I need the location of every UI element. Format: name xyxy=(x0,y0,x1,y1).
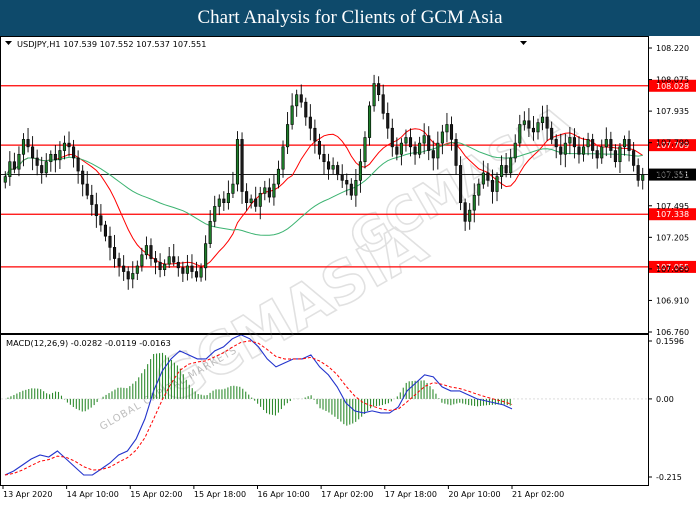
macd-panel xyxy=(0,334,649,486)
header-banner: Chart Analysis for Clients of GCM Asia xyxy=(0,0,700,36)
y-tick-label: 107.495 xyxy=(656,202,689,211)
price-axis: 108.028107.709107.338107.055107.551108.2… xyxy=(648,44,696,337)
banner-title: Chart Analysis for Clients of GCM Asia xyxy=(197,7,503,28)
x-tick-label: 20 Apr 10:00 xyxy=(448,490,500,499)
chart-container: GCMASIA GCMASIA GLOBAL CAPITAL MARKETS 1… xyxy=(0,36,700,500)
x-tick-label: 16 Apr 10:00 xyxy=(258,490,310,499)
x-tick-label: 17 Apr 18:00 xyxy=(385,490,437,499)
macd-label: MACD(12,26,9) -0.0282 -0.0119 -0.0163 xyxy=(6,338,171,348)
y-tick-label: 108.075 xyxy=(656,76,689,85)
y-tick-label: 107.645 xyxy=(656,170,689,179)
macd-tick-label: -0.215 xyxy=(656,473,682,482)
x-tick-label: 21 Apr 02:00 xyxy=(512,490,564,499)
y-tick-label: 108.220 xyxy=(656,44,689,53)
macd-axis: 0.1596 0.00 -0.215 xyxy=(648,337,684,482)
macd-tick-label: 0.00 xyxy=(656,395,674,404)
y-tick-label: 107.060 xyxy=(656,265,689,274)
time-axis: 13 Apr 2020 14 Apr 10:00 15 Apr 02:00 15 Ap… xyxy=(2,485,564,499)
y-tick-label: 107.205 xyxy=(656,233,689,242)
candle xyxy=(235,131,240,192)
y-tick-label: 106.760 xyxy=(656,328,689,337)
x-tick-label: 15 Apr 02:00 xyxy=(130,490,182,499)
price-chart[interactable]: GCMASIA GCMASIA GLOBAL CAPITAL MARKETS 1… xyxy=(0,36,700,500)
x-tick-label: 14 Apr 10:00 xyxy=(67,490,119,499)
x-tick-label: 15 Apr 18:00 xyxy=(194,490,246,499)
y-tick-label: 107.935 xyxy=(656,107,689,116)
x-tick-label: 13 Apr 2020 xyxy=(3,490,52,499)
level-label-2: 107.338 xyxy=(656,210,689,219)
x-tick-label: 17 Apr 02:00 xyxy=(321,490,373,499)
y-tick-label: 107.790 xyxy=(656,139,689,148)
macd-tick-label: 0.1596 xyxy=(656,337,684,346)
y-tick-label: 106.910 xyxy=(656,296,689,305)
chart-header: USDJPY,H1 107.539 107.552 107.537 107.55… xyxy=(17,39,206,49)
